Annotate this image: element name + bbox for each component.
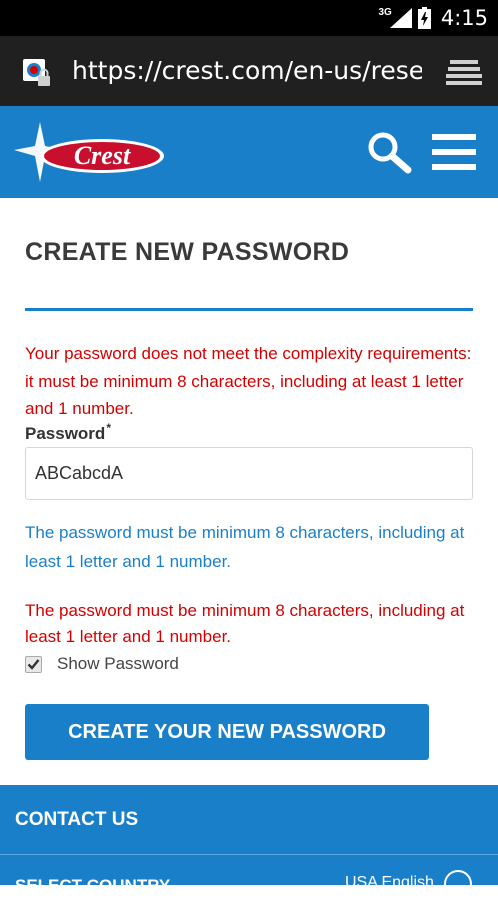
- url-field[interactable]: https://crest.com/en-us/resetpassword: [72, 56, 422, 85]
- password-label-text: Password: [25, 424, 106, 443]
- show-password-checkbox[interactable]: [25, 655, 42, 673]
- checkmark-icon: [27, 658, 40, 670]
- footer-divider: [0, 854, 498, 855]
- password-error-message: The password must be minimum 8 character…: [25, 601, 465, 646]
- battery-charging-icon: [417, 7, 431, 29]
- chevron-right-icon[interactable]: [444, 870, 472, 898]
- contact-us-link[interactable]: CONTACT US: [15, 809, 138, 831]
- site-header: Crest: [0, 106, 498, 198]
- footer: CONTACT US SELECT COUNTRY USA English: [0, 785, 498, 898]
- show-password-toggle[interactable]: Show Password: [25, 653, 179, 675]
- browser-url-bar: https://crest.com/en-us/resetpassword: [0, 36, 498, 106]
- complexity-error-message: Your password does not meet the complexi…: [25, 344, 472, 418]
- select-country-label: SELECT COUNTRY: [15, 876, 171, 895]
- tabs-icon[interactable]: [446, 58, 482, 86]
- crest-logo[interactable]: Crest: [14, 120, 170, 186]
- signal-icon: [389, 8, 412, 28]
- svg-text:Crest: Crest: [74, 141, 131, 170]
- status-bar: 3G 4:15: [0, 0, 498, 36]
- title-divider: [25, 308, 473, 311]
- password-field[interactable]: [25, 447, 473, 500]
- create-password-button[interactable]: CREATE YOUR NEW PASSWORD: [25, 704, 429, 760]
- show-password-label: Show Password: [57, 654, 179, 673]
- clock: 4:15: [440, 6, 488, 30]
- password-label: Password*: [25, 421, 111, 444]
- language-selector[interactable]: USA English: [345, 874, 434, 892]
- search-icon[interactable]: [366, 130, 412, 176]
- hamburger-menu-icon[interactable]: [432, 134, 476, 170]
- password-hint: The password must be minimum 8 character…: [25, 523, 465, 571]
- secure-site-icon: [23, 59, 50, 86]
- page-title: CREATE NEW PASSWORD: [25, 238, 350, 266]
- required-asterisk: *: [106, 421, 111, 435]
- network-type: 3G: [378, 6, 392, 18]
